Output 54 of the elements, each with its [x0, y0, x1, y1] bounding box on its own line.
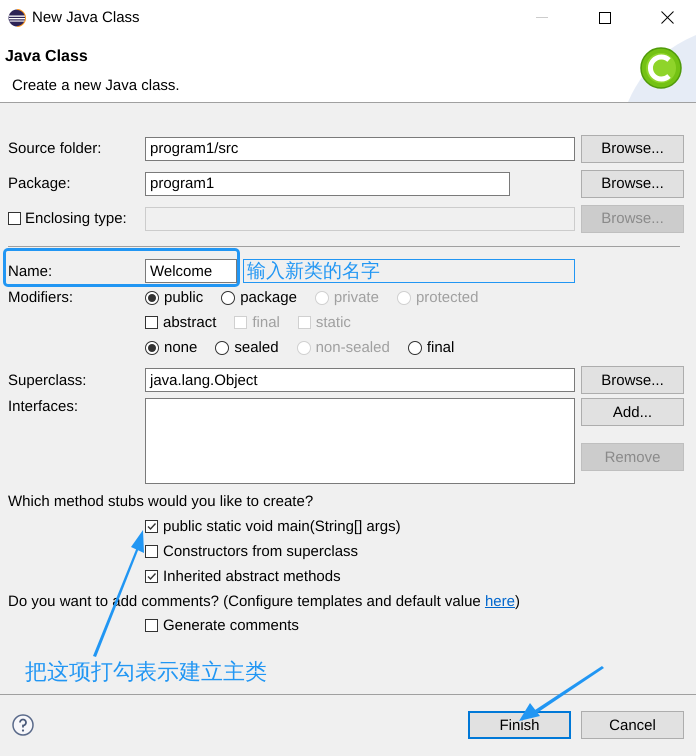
option-label: package	[240, 289, 297, 306]
page-title: Java Class	[5, 48, 89, 66]
checkbox[interactable]	[8, 212, 21, 225]
field-label: Superclass:	[8, 372, 86, 388]
option-label: public static void main(String[] args)	[163, 518, 401, 535]
field-label: Enclosing type:	[25, 210, 127, 227]
annotation-label: 输入新类的名字	[243, 259, 575, 283]
option-label: static	[316, 314, 351, 331]
option-label: Inherited abstract methods	[163, 568, 341, 585]
option-label: non-sealed	[316, 339, 390, 356]
checkbox[interactable]	[145, 316, 158, 329]
browse-button[interactable]: Browse...	[581, 134, 684, 162]
browse-button[interactable]: Browse...	[581, 366, 684, 394]
option-label: Constructors from superclass	[163, 543, 358, 560]
window-title: New Java Class	[32, 9, 141, 26]
option-label: protected	[416, 289, 478, 306]
checkbox[interactable]	[145, 545, 158, 558]
annotation-label: 把这项打勾表示建立主类	[25, 658, 267, 686]
checkbox[interactable]	[145, 619, 158, 632]
cancel-button[interactable]: Cancel	[581, 711, 684, 739]
browse-button[interactable]: Browse...	[581, 170, 684, 198]
option-label: none	[164, 339, 198, 356]
field-label: Modifiers:	[8, 289, 74, 306]
input-field[interactable]: java.lang.Object	[145, 368, 575, 392]
checkbox[interactable]	[145, 520, 158, 533]
option-label: final	[426, 339, 454, 356]
stubs-question: Which method stubs would you like to create?	[8, 492, 314, 510]
option-label: public	[164, 289, 204, 306]
input-field[interactable]: program1	[145, 172, 510, 196]
field-label: Source folder:	[8, 140, 102, 157]
add-button[interactable]: Add...	[581, 398, 684, 426]
field-label: Package:	[8, 175, 71, 192]
radio-button[interactable]	[215, 340, 230, 354]
finish-button[interactable]: Finish	[468, 711, 571, 739]
field-label: Interfaces:	[8, 398, 78, 415]
interfaces-list[interactable]	[145, 398, 575, 484]
radio-button[interactable]	[145, 340, 159, 354]
option-label: final	[252, 314, 280, 331]
option-label: sealed	[234, 339, 279, 356]
input-field[interactable]	[145, 206, 575, 230]
input-field[interactable]: program1/src	[145, 136, 575, 160]
option-label: Generate comments	[163, 617, 299, 634]
radio-button[interactable]	[145, 290, 159, 304]
radio-button[interactable]	[408, 340, 422, 354]
eclipse-icon	[8, 8, 26, 26]
option-label: abstract	[163, 314, 216, 331]
input-field[interactable]: Welcome	[145, 259, 237, 283]
checkbox[interactable]	[145, 570, 158, 583]
help-icon[interactable]	[12, 714, 34, 736]
page-description: Create a new Java class.	[12, 77, 180, 94]
field-label: Name:	[8, 262, 52, 280]
option-label: private	[334, 289, 379, 306]
templates-link[interactable]: here	[484, 592, 515, 610]
radio-button[interactable]	[221, 290, 236, 304]
